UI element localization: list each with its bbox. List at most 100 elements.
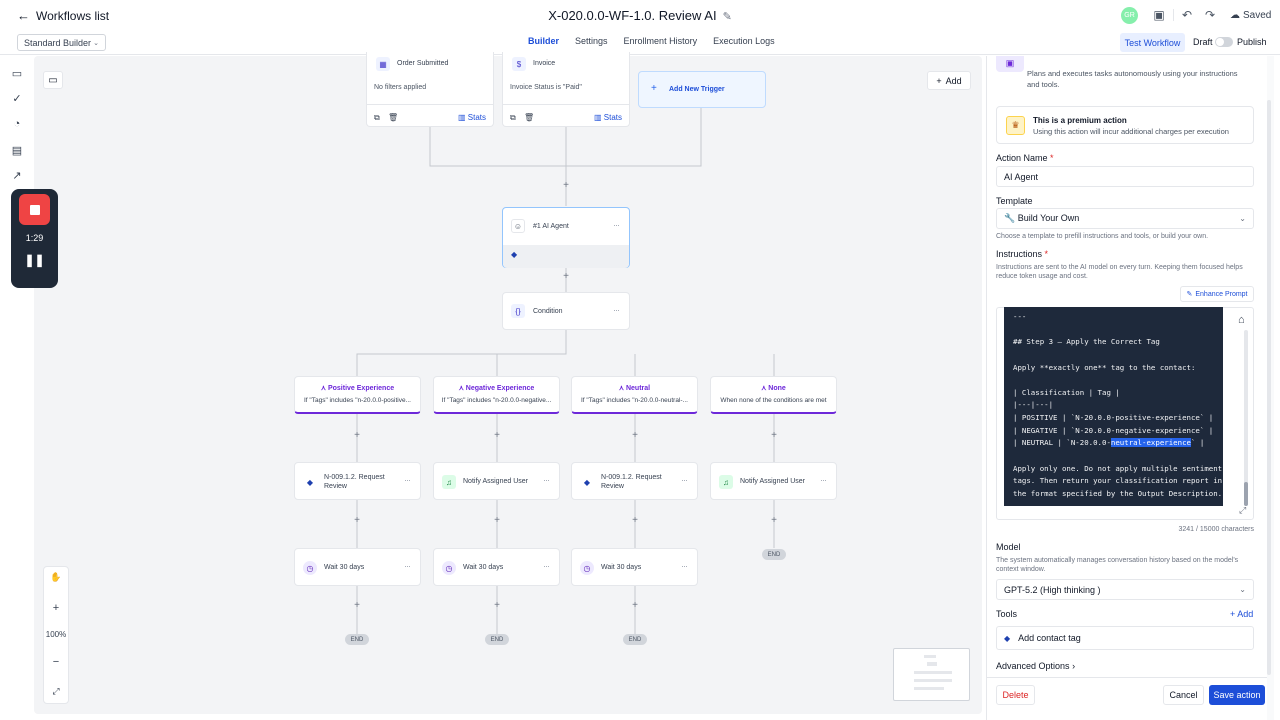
branch-negative-experience[interactable]: ⋏ Negative Experience If "Tags" includes… — [433, 376, 560, 414]
code-line: ## Step 3 — Apply the Correct Tag — [1013, 337, 1160, 347]
add-step-icon[interactable]: + — [352, 516, 362, 526]
branch-title: ⋏ Negative Experience — [434, 384, 559, 392]
clock-icon: ◷ — [580, 561, 594, 575]
more-options-icon[interactable]: ··· — [404, 561, 411, 571]
canvas-add-label: Add — [945, 75, 962, 86]
tag-icon[interactable]: ⌂ — [1238, 314, 1245, 326]
ai-agent-icon: ▣ — [996, 56, 1024, 72]
add-step-icon[interactable]: + — [769, 516, 779, 526]
hand-pan-icon[interactable]: ✋ — [44, 572, 68, 583]
trash-icon[interactable]: 🗑 — [524, 113, 534, 122]
expand-icon[interactable]: ⤢ — [1239, 505, 1246, 516]
premium-title: This is a premium action — [1033, 116, 1127, 125]
action-notify-assigned-user[interactable]: ♫ Notify Assigned User ··· — [710, 462, 837, 500]
stop-recording-button[interactable] — [19, 194, 50, 225]
robot-icon: ☺ — [511, 219, 525, 233]
zoom-in-icon[interactable]: + — [44, 602, 68, 614]
code-line: Apply **exactly one** tag to the contact… — [1013, 362, 1196, 372]
add-step-icon[interactable]: + — [561, 272, 571, 282]
minimap[interactable] — [893, 648, 970, 701]
instructions-code[interactable]: --- ## Step 3 — Apply the Correct Tag Ap… — [1004, 307, 1223, 506]
fit-view-icon[interactable]: ▭ — [43, 71, 63, 89]
template-help: Choose a template to prefill instruction… — [996, 233, 1209, 240]
add-step-icon[interactable]: + — [492, 516, 502, 526]
more-options-icon[interactable]: ··· — [404, 475, 411, 485]
branch-positive-experience[interactable]: ⋏ Positive Experience If "Tags" includes… — [294, 376, 421, 414]
end-marker: END — [762, 549, 786, 560]
more-options-icon[interactable]: ··· — [543, 561, 550, 571]
help-line: reduce token usage and cost. — [996, 273, 1088, 280]
stats-link[interactable]: ▥ Stats — [458, 113, 486, 122]
help-line: Instructions are sent to the AI model on… — [996, 264, 1243, 271]
branch-desc: If "Tags" includes "n-20.0.0-negative... — [441, 397, 552, 404]
branch-icon: ⋏ — [618, 385, 625, 392]
action-request-review[interactable]: ◆ N-009.1.2. Request Review ··· — [571, 462, 698, 500]
add-step-icon[interactable]: + — [352, 601, 362, 611]
trigger-invoice[interactable]: $ Invoice Invoice Status is "Paid" ⧉ 🗑 ▥… — [502, 52, 630, 127]
branch-neutral[interactable]: ⋏ Neutral If "Tags" includes "n-20.0.0-n… — [571, 376, 698, 414]
add-step-icon[interactable]: + — [492, 601, 502, 611]
action-wait[interactable]: ◷ Wait 30 days ··· — [294, 548, 421, 586]
copy-icon[interactable]: ⧉ — [374, 113, 380, 123]
trash-icon[interactable]: 🗑 — [388, 113, 398, 122]
fit-screen-icon[interactable]: ⤢ — [44, 686, 68, 697]
action-title: N-009.1.2. Request Review — [601, 474, 662, 490]
add-new-trigger-button[interactable]: + Add New Trigger — [638, 71, 766, 108]
editor-scrollbar[interactable] — [1244, 330, 1248, 506]
more-options-icon[interactable]: ··· — [613, 305, 620, 315]
invoice-icon: $ — [512, 57, 526, 71]
canvas-add-button[interactable]: + Add — [927, 71, 971, 90]
tag-icon: ◆ — [306, 477, 314, 487]
ai-agent-node[interactable]: ☺ #1 AI Agent ··· ◆ — [502, 207, 630, 268]
action-title: Notify Assigned User — [463, 478, 528, 485]
more-options-icon[interactable]: ··· — [543, 475, 550, 485]
trigger-order-submitted[interactable]: ▦ Order Submitted No filters applied ⧉ 🗑… — [366, 52, 494, 127]
pause-icon[interactable]: ❚❚ — [11, 253, 58, 267]
condition-title: Condition — [533, 308, 563, 315]
add-step-icon[interactable]: + — [769, 431, 779, 441]
action-request-review[interactable]: ◆ N-009.1.2. Request Review ··· — [294, 462, 421, 500]
more-options-icon[interactable]: ··· — [613, 220, 620, 230]
action-wait[interactable]: ◷ Wait 30 days ··· — [571, 548, 698, 586]
condition-node[interactable]: {} Condition ··· — [502, 292, 630, 330]
add-trigger-label: Add New Trigger — [669, 86, 725, 93]
branch-title-text: Neutral — [625, 385, 651, 392]
label-text: Action Name — [996, 153, 1048, 163]
panel-scrollbar[interactable] — [1267, 100, 1271, 675]
zoom-out-icon[interactable]: − — [44, 656, 68, 668]
delete-button[interactable]: Delete — [996, 685, 1035, 705]
more-options-icon[interactable]: ··· — [681, 475, 688, 485]
branch-none[interactable]: ⋏ None When none of the conditions are m… — [710, 376, 837, 414]
action-notify-assigned-user[interactable]: ♫ Notify Assigned User ··· — [433, 462, 560, 500]
add-step-icon[interactable]: + — [630, 601, 640, 611]
model-help: The system automatically manages convers… — [996, 556, 1238, 574]
tool-item-add-contact-tag[interactable]: ◆ Add contact tag — [996, 626, 1254, 650]
model-select[interactable]: GPT-5.2 (High thinking ) ⌄ — [996, 579, 1254, 600]
add-step-icon[interactable]: + — [492, 431, 502, 441]
advanced-options-toggle[interactable]: Advanced Options › — [996, 661, 1075, 671]
agent-description: Plans and executes tasks autonomously us… — [1027, 68, 1238, 90]
add-tool-label: Add — [1237, 609, 1254, 619]
add-step-icon[interactable]: + — [561, 181, 571, 191]
add-tool-button[interactable]: + Add — [1230, 609, 1253, 619]
add-step-icon[interactable]: + — [630, 516, 640, 526]
stats-label: Stats — [467, 113, 487, 122]
cart-icon: ▦ — [376, 57, 390, 71]
branch-title: ⋏ Positive Experience — [295, 384, 420, 392]
code-line: tags. Then return your classification re… — [1013, 476, 1223, 486]
cancel-button[interactable]: Cancel — [1163, 685, 1204, 705]
action-wait[interactable]: ◷ Wait 30 days ··· — [433, 548, 560, 586]
more-options-icon[interactable]: ··· — [681, 561, 688, 571]
enhance-prompt-button[interactable]: ✎ Enhance Prompt — [1180, 286, 1254, 302]
more-options-icon[interactable]: ··· — [820, 475, 827, 485]
add-step-icon[interactable]: + — [630, 431, 640, 441]
branch-icon: ⋏ — [320, 385, 327, 392]
add-step-icon[interactable]: + — [352, 431, 362, 441]
stats-link[interactable]: ▥ Stats — [594, 113, 622, 122]
action-name-input[interactable]: AI Agent — [996, 166, 1254, 187]
copy-icon[interactable]: ⧉ — [510, 113, 516, 123]
editor-scroll-thumb[interactable] — [1244, 482, 1248, 506]
template-select[interactable]: 🔧 Build Your Own ⌄ — [996, 208, 1254, 229]
save-action-button[interactable]: Save action — [1209, 685, 1265, 705]
